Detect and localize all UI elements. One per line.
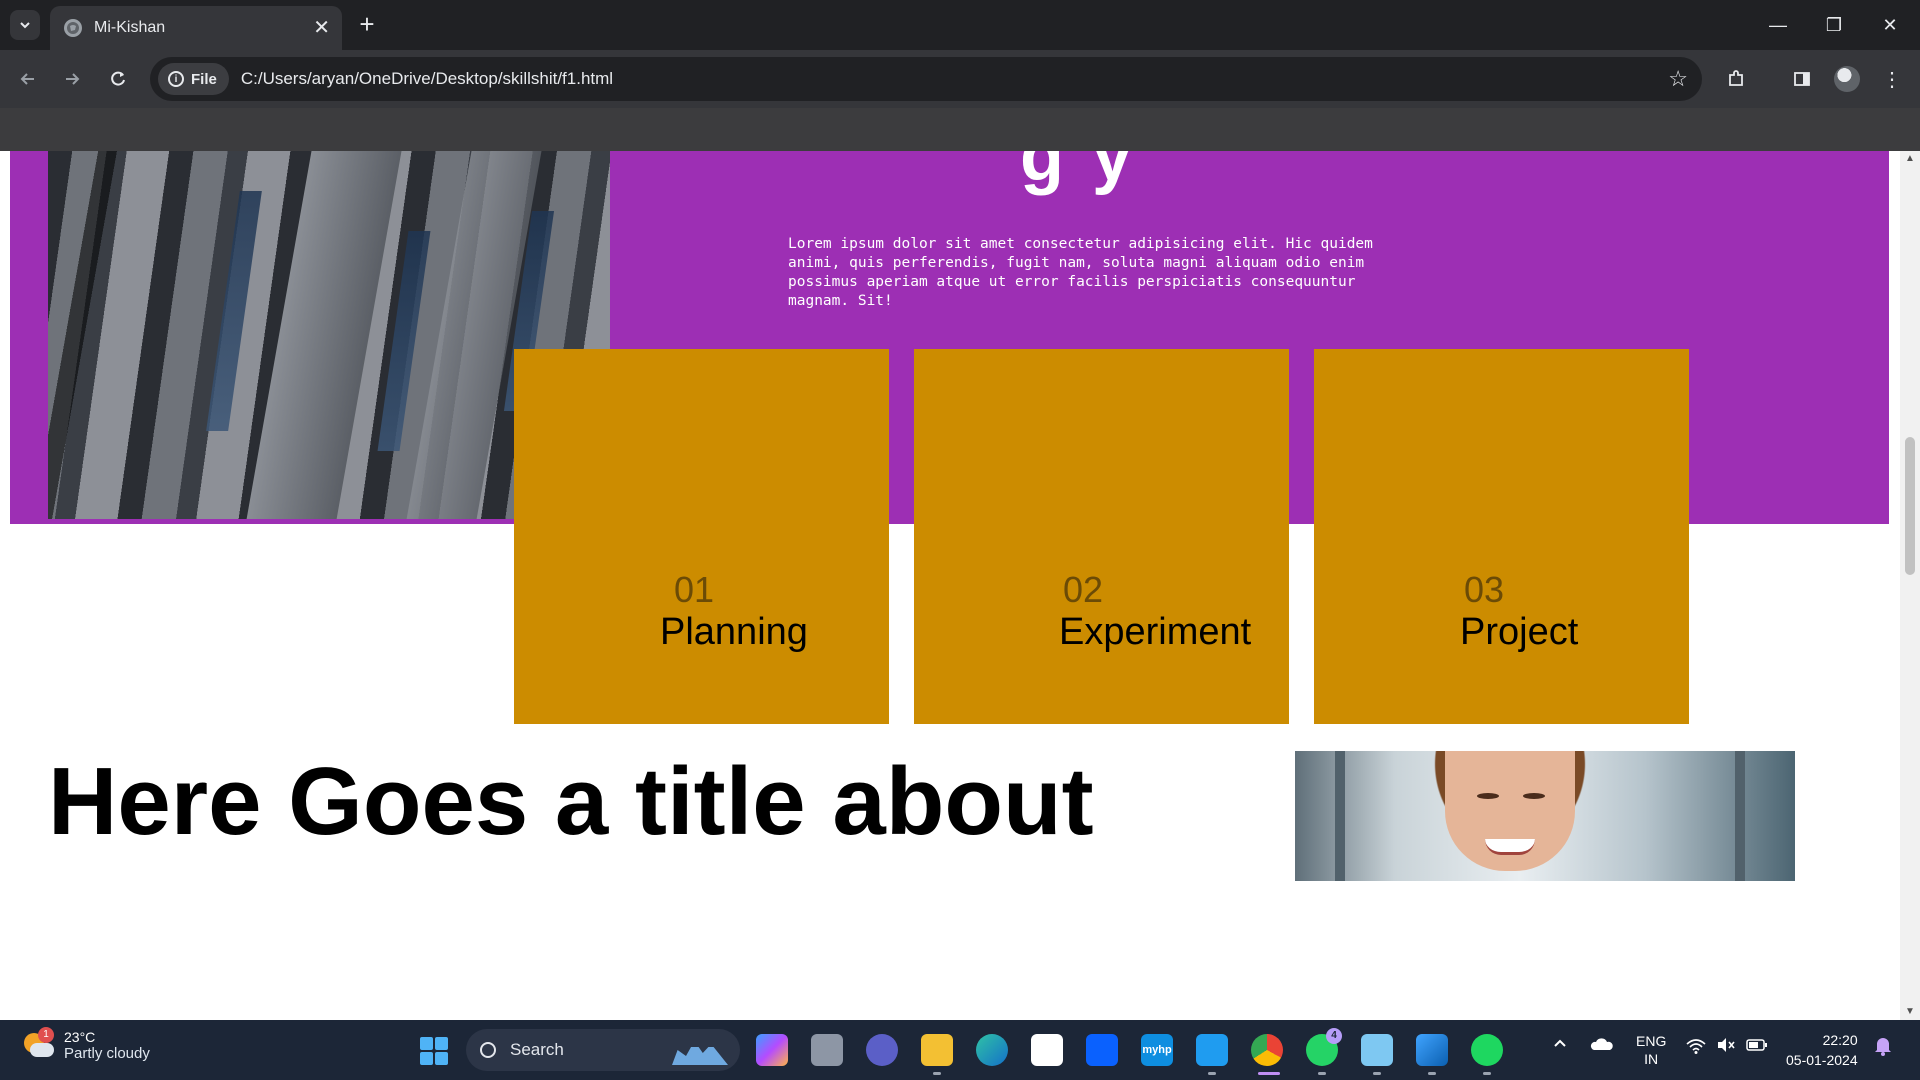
task-view-icon[interactable] (811, 1034, 843, 1066)
reload-icon[interactable] (102, 63, 134, 95)
chevron-up-icon[interactable] (1552, 1036, 1568, 1055)
globe-icon (64, 19, 82, 37)
address-bar[interactable]: i File C:/Users/aryan/OneDrive/Desktop/s… (150, 57, 1702, 101)
onedrive-icon[interactable] (1590, 1036, 1614, 1055)
minimize-button[interactable]: — (1750, 0, 1806, 50)
site-info-chip[interactable]: i File (158, 63, 229, 95)
clock-time: 22:20 (1822, 1032, 1858, 1048)
volume-muted-icon[interactable] (1716, 1037, 1736, 1056)
chat-icon[interactable] (866, 1034, 898, 1066)
card-label: Planning (660, 611, 808, 653)
profile-avatar[interactable] (1834, 66, 1860, 92)
notification-bell-icon[interactable] (1874, 1036, 1892, 1059)
browser-tab[interactable]: Mi-Kishan ✕ (50, 6, 342, 50)
tab-strip: Mi-Kishan ✕ + — ❐ ✕ (0, 0, 1920, 50)
chrome-icon[interactable] (1251, 1034, 1283, 1066)
wifi-icon[interactable] (1686, 1038, 1706, 1057)
card-label: Experiment (1059, 611, 1252, 653)
battery-icon[interactable] (1746, 1038, 1768, 1055)
notepad-icon[interactable] (1361, 1034, 1393, 1066)
copilot-icon[interactable] (756, 1034, 788, 1066)
clock-date: 05-01-2024 (1786, 1052, 1858, 1068)
page-scrollbar[interactable]: ▲ ▼ (1900, 151, 1920, 1020)
temperature: 23°C (64, 1029, 96, 1045)
scroll-down-arrow-icon[interactable]: ▼ (1900, 1004, 1920, 1020)
photos-icon[interactable] (1416, 1034, 1448, 1066)
tab-search-button[interactable] (10, 10, 40, 40)
whatsapp-icon[interactable]: 4 (1306, 1028, 1342, 1066)
weather-badge: 1 (38, 1026, 54, 1043)
system-clock[interactable]: 22:20 05-01-2024 (1786, 1030, 1858, 1070)
myhp-icon[interactable]: myhp (1141, 1034, 1173, 1066)
side-panel-icon[interactable] (1786, 63, 1818, 95)
language-indicator[interactable]: ENG IN (1636, 1032, 1666, 1068)
close-window-button[interactable]: ✕ (1862, 0, 1918, 50)
card-planning[interactable]: 01 Planning (514, 349, 889, 724)
file-explorer-icon[interactable] (921, 1034, 953, 1066)
store-icon[interactable] (1031, 1034, 1063, 1066)
card-number: 02 (1063, 569, 1104, 610)
scroll-up-arrow-icon[interactable]: ▲ (1900, 151, 1920, 167)
url-text[interactable]: C:/Users/aryan/OneDrive/Desktop/skillshi… (241, 69, 1668, 89)
section-title: Here Goes a title about (48, 748, 1094, 855)
vscode-icon[interactable] (1196, 1034, 1228, 1066)
restore-button[interactable]: ❐ (1806, 0, 1862, 50)
new-tab-button[interactable]: + (352, 10, 382, 40)
chevron-down-icon (20, 22, 30, 29)
bookmarks-bar (0, 108, 1920, 151)
card-project[interactable]: 03 Project (1314, 349, 1689, 724)
page-viewport: g y Lorem ipsum dolor sit amet consectet… (0, 151, 1920, 1020)
windows-taskbar: 1 23°C Partly cloudy Search myhp 4 ENG I… (0, 1020, 1920, 1080)
card-number: 03 (1464, 569, 1505, 610)
card-label: Project (1460, 611, 1579, 653)
edge-icon[interactable] (976, 1034, 1008, 1066)
card-experiment[interactable]: 02 Experiment (914, 349, 1289, 724)
search-highlight-icon (672, 1041, 728, 1065)
hero-title-fragment: g y (1020, 151, 1137, 196)
menu-kebab-icon[interactable]: ⋮ (1876, 63, 1908, 95)
whatsapp-badge: 4 (1326, 1028, 1342, 1044)
scrollbar-thumb[interactable] (1905, 437, 1915, 575)
tab-close-icon[interactable]: ✕ (313, 18, 330, 38)
woman-photo (1295, 751, 1795, 881)
weather-widget[interactable]: 1 23°C Partly cloudy (22, 1026, 150, 1062)
search-placeholder: Search (510, 1040, 564, 1059)
forward-arrow-icon[interactable] (56, 63, 88, 95)
extensions-icon[interactable] (1720, 63, 1752, 95)
dropbox-icon[interactable] (1086, 1034, 1118, 1066)
browser-toolbar: i File C:/Users/aryan/OneDrive/Desktop/s… (0, 50, 1920, 108)
tab-title: Mi-Kishan (94, 19, 166, 36)
hero-description: Lorem ipsum dolor sit amet consectetur a… (788, 236, 1373, 309)
back-arrow-icon[interactable] (12, 63, 44, 95)
scheme-label: File (191, 70, 217, 88)
weather-icon: 1 (22, 1026, 54, 1061)
info-icon: i (168, 71, 184, 87)
taskbar-search[interactable]: Search (466, 1029, 740, 1071)
spotify-icon[interactable] (1471, 1034, 1503, 1066)
windows-start-icon[interactable] (420, 1037, 448, 1065)
search-icon (480, 1042, 496, 1058)
card-number: 01 (674, 569, 715, 610)
weather-condition: Partly cloudy (64, 1045, 150, 1062)
bookmark-star-icon[interactable]: ☆ (1668, 66, 1688, 92)
